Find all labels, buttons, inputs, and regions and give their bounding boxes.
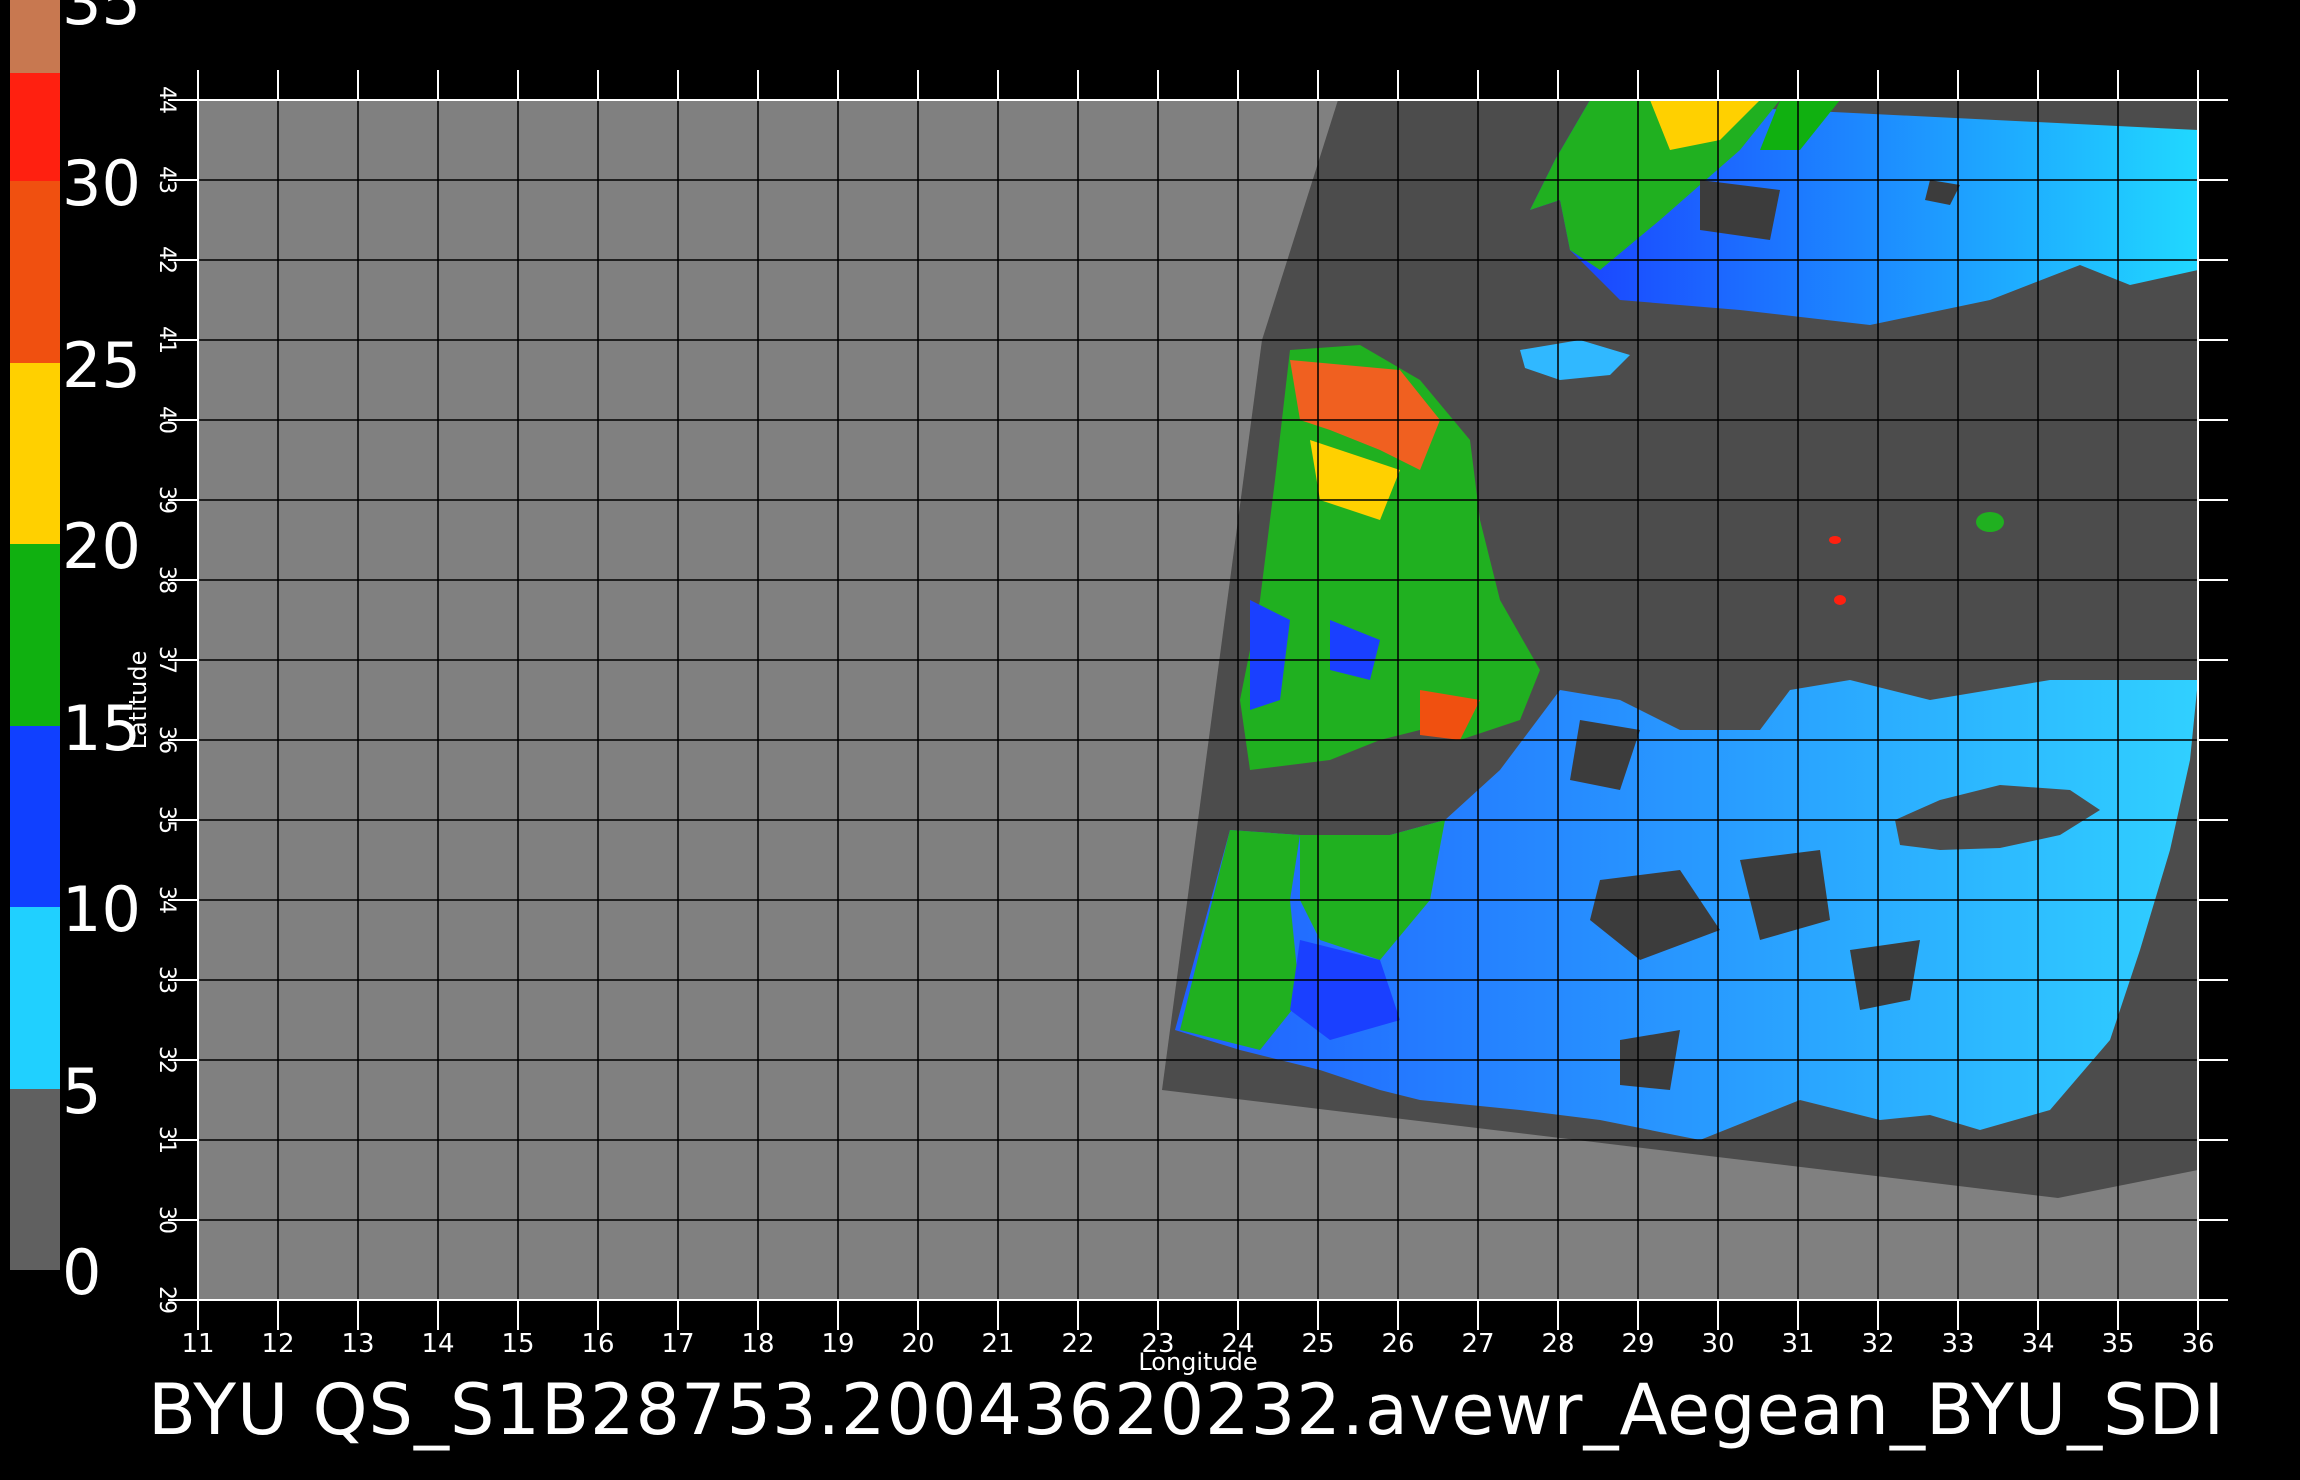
y-tick-label: 44: [154, 86, 179, 114]
x-tick-label: 33: [1941, 1329, 1974, 1359]
wind-map: 11 12 13 14 15 16 17 18 19 20 21 22 23 24 25 26 27 28 29 30…: [124, 70, 2228, 1376]
y-tick-label: 42: [154, 246, 179, 274]
y-tick-label: 29: [154, 1286, 179, 1314]
image-caption: BYU QS_S1B28753.20043620232.avewr_Aegean…: [148, 1369, 2226, 1451]
x-tick-label: 13: [341, 1329, 374, 1359]
x-tick-label: 31: [1781, 1329, 1814, 1359]
lake-patch: [1976, 512, 2004, 532]
x-tick-label: 17: [661, 1329, 694, 1359]
x-tick-label: 19: [821, 1329, 854, 1359]
y-tick-label: 31: [154, 1126, 179, 1154]
x-tick-label: 12: [261, 1329, 294, 1359]
x-tick-label: 25: [1301, 1329, 1334, 1359]
y-tick-label: 39: [154, 486, 179, 514]
y-tick-label: 41: [154, 326, 179, 354]
x-tick-label: 15: [501, 1329, 534, 1359]
x-tick-label: 11: [181, 1329, 214, 1359]
x-tick-label: 35: [2101, 1329, 2134, 1359]
y-tick-label: 30: [154, 1206, 179, 1234]
y-tick-label: 40: [154, 406, 179, 434]
x-tick-label: 22: [1061, 1329, 1094, 1359]
x-tick-label: 21: [981, 1329, 1014, 1359]
y-tick-label: 37: [154, 646, 179, 674]
x-tick-label: 26: [1381, 1329, 1414, 1359]
x-tick-label: 36: [2181, 1329, 2214, 1359]
x-tick-label: 27: [1461, 1329, 1494, 1359]
y-tick-label: 34: [154, 886, 179, 914]
x-tick-label: 18: [741, 1329, 774, 1359]
y-tick-label: 32: [154, 1046, 179, 1074]
x-tick-label: 32: [1861, 1329, 1894, 1359]
x-tick-label: 34: [2021, 1329, 2054, 1359]
x-tick-label: 14: [421, 1329, 454, 1359]
x-tick-label: 16: [581, 1329, 614, 1359]
y-axis-label: Latitude: [124, 651, 152, 750]
x-tick-label: 29: [1621, 1329, 1654, 1359]
x-tick-label: 20: [901, 1329, 934, 1359]
y-tick-label: 38: [154, 566, 179, 594]
x-tick-label: 28: [1541, 1329, 1574, 1359]
y-tick-label: 36: [154, 726, 179, 754]
y-tick-label: 43: [154, 166, 179, 194]
x-tick-label: 30: [1701, 1329, 1734, 1359]
y-tick-label: 33: [154, 966, 179, 994]
y-tick-label: 35: [154, 806, 179, 834]
